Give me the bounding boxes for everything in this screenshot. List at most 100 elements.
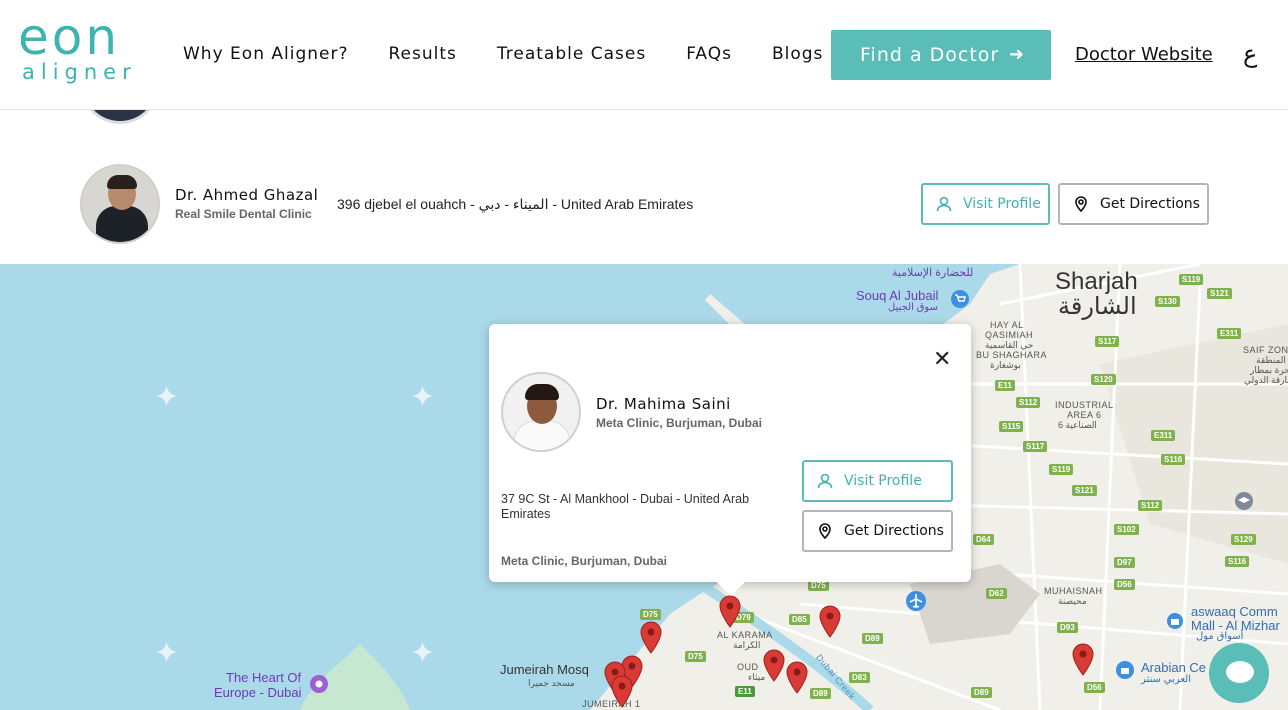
get-directions-label: Get Directions	[1100, 196, 1200, 212]
chat-widget-button[interactable]	[1209, 643, 1269, 703]
map-poi-heart-europe[interactable]: The Heart Of	[226, 670, 301, 685]
road-sign: E311	[1217, 328, 1242, 339]
road-sign: D64	[973, 534, 994, 545]
clinic-pin[interactable]	[785, 660, 809, 694]
doctor-list-item: Dr. Ahmed Ghazal Real Smile Dental Clini…	[0, 110, 1288, 264]
map-area-muhaisnah: MUHAISNAH	[1044, 586, 1103, 596]
clinic-pin[interactable]	[610, 674, 634, 708]
popup-visit-profile-button[interactable]: Visit Profile	[802, 460, 953, 502]
nav-treatable-cases[interactable]: Treatable Cases	[497, 44, 646, 64]
map-poi-heritage-ar: للحضارة الإسلامية	[892, 267, 974, 279]
road-sign: S112	[1138, 500, 1163, 511]
clinic-pin[interactable]	[818, 604, 842, 638]
nav-blogs[interactable]: Blogs	[772, 44, 823, 64]
find-doctor-button[interactable]: Find a Doctor ➜	[831, 30, 1051, 80]
airport-icon[interactable]	[905, 590, 927, 612]
map-label-sharjah-ar: الشارقة	[1058, 293, 1137, 320]
popup-visit-profile-label: Visit Profile	[844, 473, 922, 489]
shopping-cart-icon[interactable]	[950, 289, 970, 309]
map-poi-heart-europe-2: Europe - Dubai	[214, 685, 302, 700]
user-icon	[817, 473, 833, 489]
road-sign: S117	[1023, 441, 1048, 452]
island-sparkle: ✦	[410, 381, 436, 414]
island-sparkle: ✦	[154, 381, 180, 414]
road-sign: D85	[789, 614, 810, 625]
logo-eon: eon	[18, 8, 121, 66]
road-sign: S116	[1161, 454, 1186, 465]
road-sign: S121	[1207, 288, 1232, 299]
chat-bubble-icon	[1226, 661, 1254, 683]
map-poi-souq-ar: سوق الجبيل	[888, 302, 938, 313]
nav-results[interactable]: Results	[388, 44, 456, 64]
doctor-address: 396 djebel el ouahch - الميناء - دبي - U…	[337, 196, 694, 212]
doctor-name: Dr. Ahmed Ghazal	[175, 186, 319, 204]
road-sign: D93	[1057, 622, 1078, 633]
logo-aligner: aligner	[22, 60, 137, 84]
popup-doctor-avatar	[501, 372, 581, 452]
road-sign: S119	[1049, 464, 1074, 475]
road-sign: E11	[735, 686, 755, 697]
road-sign: S102	[1114, 524, 1139, 535]
map-poi-aswaaq[interactable]: aswaaq Comm	[1191, 604, 1278, 619]
road-sign: S130	[1155, 296, 1180, 307]
road-sign: D56	[1114, 579, 1135, 590]
road-sign: S121	[1072, 485, 1097, 496]
find-doctor-label: Find a Doctor	[860, 44, 1000, 66]
map-area-saif-ar3: الشارقة الدولي	[1244, 375, 1288, 385]
map-area-oud: OUD	[737, 662, 759, 672]
map-area-area6: AREA 6	[1067, 410, 1102, 420]
close-icon[interactable]: ✕	[933, 346, 951, 372]
nav-faqs[interactable]: FAQs	[686, 44, 732, 64]
road-sign: D56	[1084, 682, 1105, 693]
road-sign: S115	[999, 421, 1024, 432]
road-sign: S119	[1179, 274, 1204, 285]
road-sign: D89	[810, 688, 831, 699]
road-sign: D75	[685, 651, 706, 662]
map-area-al-karama: AL KARAMA	[717, 630, 773, 640]
road-sign: D75	[640, 609, 661, 620]
school-icon[interactable]	[1234, 491, 1254, 511]
map-poi-jumeirah-mosque-ar: مسجد جميرا	[528, 678, 575, 688]
language-toggle[interactable]: ع	[1243, 40, 1257, 68]
camera-icon[interactable]	[309, 674, 329, 694]
popup-doctor-clinic: Meta Clinic, Burjuman, Dubai	[596, 416, 763, 430]
eon-aligner-logo[interactable]: eon aligner	[18, 8, 142, 90]
map-poi-arabian[interactable]: Arabian Ce	[1141, 660, 1206, 675]
map-poi-souq[interactable]: Souq Al Jubail	[856, 288, 938, 303]
road-sign: S116	[1225, 556, 1250, 567]
map-area-area6-ar: الصناعية 6	[1058, 420, 1097, 430]
popup-get-directions-button[interactable]: Get Directions	[802, 510, 953, 552]
user-icon	[936, 196, 952, 212]
map-area-industrial: INDUSTRIAL	[1055, 400, 1114, 410]
road-sign: S112	[1016, 397, 1041, 408]
map-poi-jumeirah-mosque: Jumeirah Mosq	[500, 662, 589, 677]
visit-profile-button[interactable]: Visit Profile	[921, 183, 1050, 225]
clinic-pin[interactable]	[718, 594, 742, 628]
map-area-hay-al: HAY AL	[990, 320, 1024, 330]
clinic-pin[interactable]	[762, 648, 786, 682]
location-pin-icon	[1075, 196, 1087, 213]
shopping-bag-icon[interactable]	[1166, 612, 1184, 630]
map-area-bu-shaghara: BU SHAGHARA	[976, 350, 1048, 360]
nav-why-eon[interactable]: Why Eon Aligner?	[183, 44, 348, 64]
map-poi-arabian-ar: العربي سنتر	[1141, 674, 1191, 685]
shopping-bag-icon[interactable]	[1115, 660, 1135, 680]
road-sign: S117	[1095, 336, 1120, 347]
popup-clinic-footer: Meta Clinic, Burjuman, Dubai	[501, 554, 668, 568]
map-poi-aswaaq-ar: أسواق مول	[1196, 631, 1244, 642]
clinic-pin[interactable]	[1071, 642, 1095, 676]
road-sign: D89	[971, 687, 992, 698]
map-area-bu-shaghara-ar: بوشغارة	[990, 360, 1021, 370]
map-area-qasimiah: QASIMIAH	[985, 330, 1034, 340]
popup-doctor-name: Dr. Mahima Saini	[596, 395, 731, 413]
map-area-saif-zone: SAIF ZON	[1243, 345, 1288, 355]
road-sign: E11	[995, 380, 1015, 391]
clinic-info-popup: ✕ Dr. Mahima Saini Meta Clinic, Burjuman…	[489, 324, 971, 597]
map-area-muhaisnah-ar: محيصنة	[1058, 596, 1087, 606]
get-directions-button[interactable]: Get Directions	[1058, 183, 1209, 225]
arrow-right-icon: ➜	[1008, 44, 1025, 65]
road-sign: E311	[1151, 430, 1176, 441]
clinic-pin[interactable]	[639, 620, 663, 654]
doctor-website-link[interactable]: Doctor Website	[1075, 44, 1213, 65]
island-sparkle: ✦	[410, 637, 436, 670]
